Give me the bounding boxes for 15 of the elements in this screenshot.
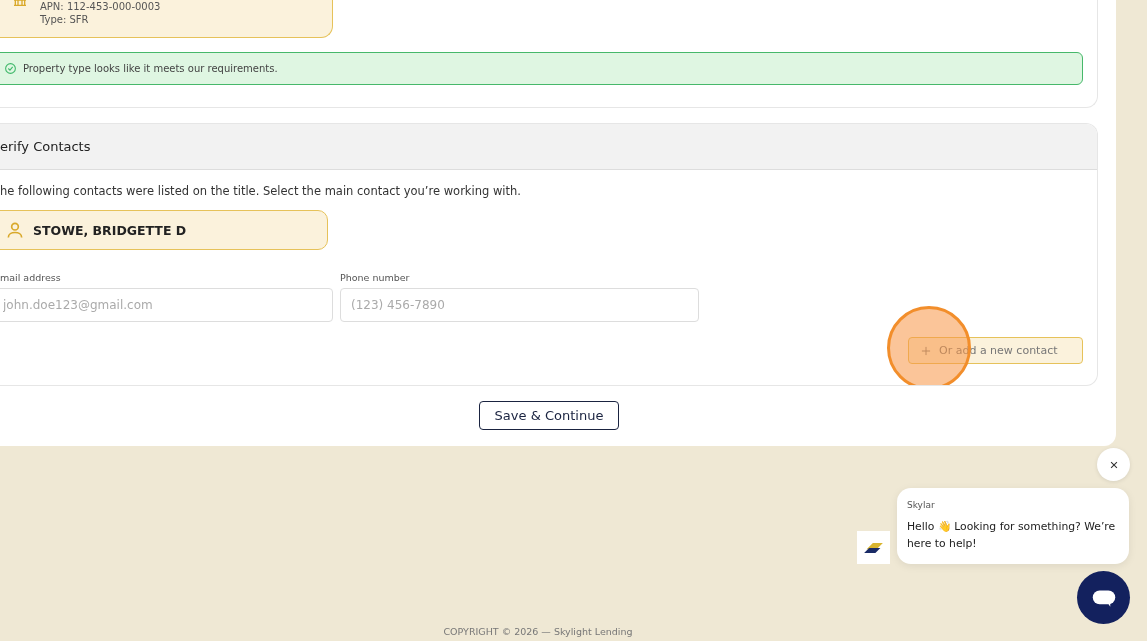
section-title: erify Contacts (0, 124, 1097, 170)
chat-message: Hello 👋 Looking for something? We’re here to help! (907, 519, 1117, 552)
input-field[interactable]: john.doe123@gmail.com (0, 288, 333, 322)
instruction-text: he following contacts were listed on the title. Select the main contact you’re working with. (0, 184, 523, 198)
field-label: Phone number (340, 272, 411, 283)
save-button[interactable]: Save & Continue (479, 401, 619, 430)
sender-name: Skylar (907, 500, 936, 510)
type-text: Type: SFR (40, 13, 90, 26)
copyright-text: COPYRIGHT © 2026 — Skylight Lending (443, 626, 633, 637)
contact-option[interactable]: STOWE, BRIDGETTE D (0, 210, 328, 250)
alert-text: Property type looks like it meets our requirements. (23, 63, 278, 74)
apn-text: APN: 112-453-000-0003 (40, 0, 161, 13)
field-label: mail address (0, 272, 62, 283)
input-field[interactable]: (123) 456-7890 (340, 288, 699, 322)
chat-bubble[interactable]: Skylar Hello 👋 Looking for something? We’re here to help! (897, 488, 1129, 564)
